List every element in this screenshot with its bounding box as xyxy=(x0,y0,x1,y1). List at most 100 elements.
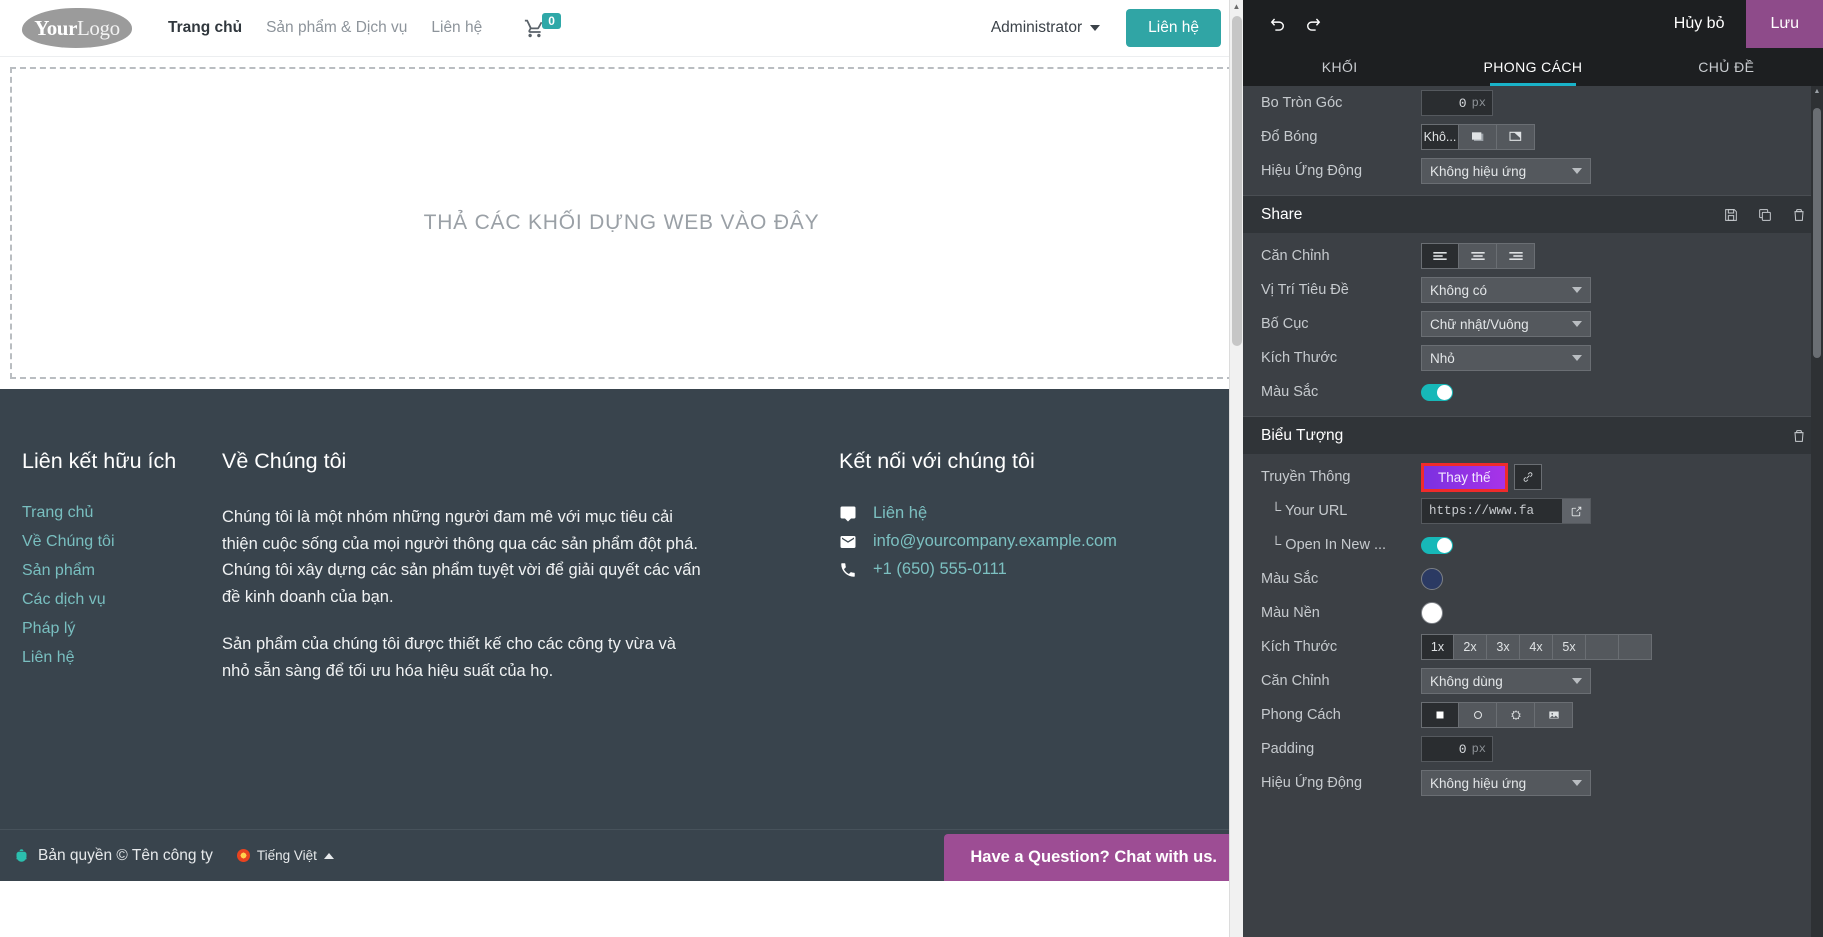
align-center-option[interactable] xyxy=(1459,243,1497,269)
open-url-button[interactable] xyxy=(1562,499,1590,523)
row-layout: Bố Cục Chữ nhật/Vuông xyxy=(1243,307,1823,341)
border-radius-input[interactable]: 0 px xyxy=(1421,90,1493,116)
align-left-option[interactable] xyxy=(1421,243,1459,269)
footer-link-contact[interactable]: Liên hệ xyxy=(22,649,222,667)
footer-link-products[interactable]: Sản phẩm xyxy=(22,562,222,580)
trash-icon[interactable] xyxy=(1791,428,1807,444)
section-header-icon: Biểu Tượng xyxy=(1243,416,1823,454)
footer-link-legal[interactable]: Pháp lý xyxy=(22,620,222,638)
tab-blocks[interactable]: KHỐI xyxy=(1243,48,1436,86)
panel-scroll-thumb[interactable] xyxy=(1813,108,1821,358)
icon-color-swatch[interactable] xyxy=(1421,568,1443,590)
language-flag-icon xyxy=(236,849,250,862)
style-option-square[interactable] xyxy=(1421,702,1459,728)
row-share-size: Kích Thước Nhỏ xyxy=(1243,341,1823,375)
title-position-select[interactable]: Không có xyxy=(1421,277,1591,303)
row-share-align: Căn Chỉnh xyxy=(1243,239,1823,273)
shadow-option-outer[interactable] xyxy=(1459,124,1497,150)
footer-links-column: Liên kết hữu ích Trang chủ Về Chúng tôi … xyxy=(22,449,222,704)
redo-button[interactable] xyxy=(1295,7,1329,41)
size-option-1x[interactable]: 1x xyxy=(1421,634,1454,660)
square-icon xyxy=(1436,711,1444,719)
canvas-scroll-thumb[interactable] xyxy=(1232,16,1242,346)
shadow-segmented: Khô... xyxy=(1421,124,1535,150)
footer-about-title: Về Chúng tôi xyxy=(222,449,347,473)
footer-link-services[interactable]: Các dịch vụ xyxy=(22,591,222,609)
undo-button[interactable] xyxy=(1261,7,1295,41)
footer-email-link[interactable]: info@yourcompany.example.com xyxy=(873,532,1117,551)
panel-scroll-up-arrow[interactable]: ▲ xyxy=(1811,86,1823,98)
footer-about-paragraph-1: Chúng tôi là một nhóm những người đam mê… xyxy=(222,508,701,607)
language-selector[interactable]: Tiếng Việt xyxy=(236,848,334,863)
link-button[interactable] xyxy=(1513,464,1542,490)
row-border-radius: Bo Tròn Góc 0 px xyxy=(1243,86,1823,120)
style-option-circle[interactable] xyxy=(1459,702,1497,728)
external-link-icon xyxy=(1571,506,1581,516)
section-actions-share xyxy=(1723,207,1807,223)
align-right-option[interactable] xyxy=(1497,243,1535,269)
size-option-2x[interactable]: 2x xyxy=(1454,634,1487,660)
layout-select[interactable]: Chữ nhật/Vuông xyxy=(1421,311,1591,337)
your-url-input[interactable]: https://www.fa xyxy=(1421,498,1591,524)
save-button[interactable]: Lưu xyxy=(1746,0,1823,48)
size-option-7[interactable] xyxy=(1619,634,1652,660)
footer-phone-row: +1 (650) 555-0111 xyxy=(839,560,1243,579)
nav-item-products[interactable]: Sản phẩm & Dịch vụ xyxy=(266,19,407,37)
label-media: Truyền Thông xyxy=(1261,469,1351,485)
open-new-toggle[interactable] xyxy=(1421,536,1453,554)
icon-align-select[interactable]: Không dùng xyxy=(1421,668,1591,694)
duplicate-icon[interactable] xyxy=(1757,207,1773,223)
trash-icon[interactable] xyxy=(1791,207,1807,223)
share-color-toggle[interactable] xyxy=(1421,383,1453,401)
block-dropzone[interactable]: THẢ CÁC KHỐI DỰNG WEB VÀO ĐÂY xyxy=(10,67,1233,379)
logo-bold: Your xyxy=(34,15,77,40)
row-icon-align: Căn Chỉnh Không dùng xyxy=(1243,664,1823,698)
replace-highlight: Thay thế xyxy=(1421,462,1508,492)
redo-icon xyxy=(1306,17,1320,31)
scroll-up-arrow[interactable]: ▲ xyxy=(1230,0,1243,14)
shadow-option-none[interactable]: Khô... xyxy=(1421,124,1459,150)
footer-contact-link[interactable]: Liên hệ xyxy=(873,504,927,523)
control-icon-align: Không dùng xyxy=(1421,668,1807,694)
cancel-button[interactable]: Hủy bỏ xyxy=(1652,15,1747,33)
row-animation-top: Hiệu Ứng Động Không hiệu ứng xyxy=(1243,154,1823,188)
account-menu[interactable]: Administrator xyxy=(991,19,1101,37)
label-layout: Bố Cục xyxy=(1261,316,1309,332)
nav-item-contact[interactable]: Liên hệ xyxy=(431,19,482,37)
canvas-scrollbar[interactable]: ▲ xyxy=(1229,0,1243,937)
shadow-option-inner[interactable] xyxy=(1497,124,1535,150)
section-header-share: Share xyxy=(1243,195,1823,233)
nav-item-home[interactable]: Trang chủ xyxy=(168,19,242,37)
label-share-color: Màu Sắc xyxy=(1261,384,1319,400)
panel-toolbar: Hủy bỏ Lưu xyxy=(1243,0,1823,48)
site-logo[interactable]: Your Logo xyxy=(22,8,132,48)
replace-button[interactable]: Thay thế xyxy=(1424,465,1505,489)
icon-animation-select[interactable]: Không hiệu ứng xyxy=(1421,770,1591,796)
contact-cta-button[interactable]: Liên hệ xyxy=(1126,9,1221,47)
style-option-burst[interactable] xyxy=(1497,702,1535,728)
size-option-3x[interactable]: 3x xyxy=(1487,634,1520,660)
chat-widget-button[interactable]: Have a Question? Chat with us. xyxy=(944,834,1243,881)
tab-style[interactable]: PHONG CÁCH xyxy=(1436,48,1629,86)
padding-unit: px xyxy=(1471,742,1486,756)
control-icon-style xyxy=(1421,702,1807,728)
copyright-text: Bản quyền © Tên công ty xyxy=(38,846,213,864)
share-size-select[interactable]: Nhỏ xyxy=(1421,345,1591,371)
size-option-6[interactable] xyxy=(1586,634,1619,660)
section-title-icon: Biểu Tượng xyxy=(1261,426,1344,444)
icon-bg-color-swatch[interactable] xyxy=(1421,602,1443,624)
save-icon[interactable] xyxy=(1723,207,1739,223)
style-option-image[interactable] xyxy=(1535,702,1573,728)
footer-links-title: Liên kết hữu ích xyxy=(22,449,177,473)
animation-top-select[interactable]: Không hiệu ứng xyxy=(1421,158,1591,184)
row-icon-style: Phong Cách xyxy=(1243,698,1823,732)
padding-input[interactable]: 0 px xyxy=(1421,736,1493,762)
footer-phone-link[interactable]: +1 (650) 555-0111 xyxy=(873,560,1007,579)
panel-scrollbar[interactable]: ▲ xyxy=(1811,86,1823,937)
tab-theme[interactable]: CHỦ ĐỀ xyxy=(1630,48,1823,86)
footer-link-about[interactable]: Về Chúng tôi xyxy=(22,533,222,551)
size-option-4x[interactable]: 4x xyxy=(1520,634,1553,660)
cart-button[interactable]: 0 xyxy=(524,13,561,39)
footer-link-home[interactable]: Trang chủ xyxy=(22,504,222,522)
size-option-5x[interactable]: 5x xyxy=(1553,634,1586,660)
